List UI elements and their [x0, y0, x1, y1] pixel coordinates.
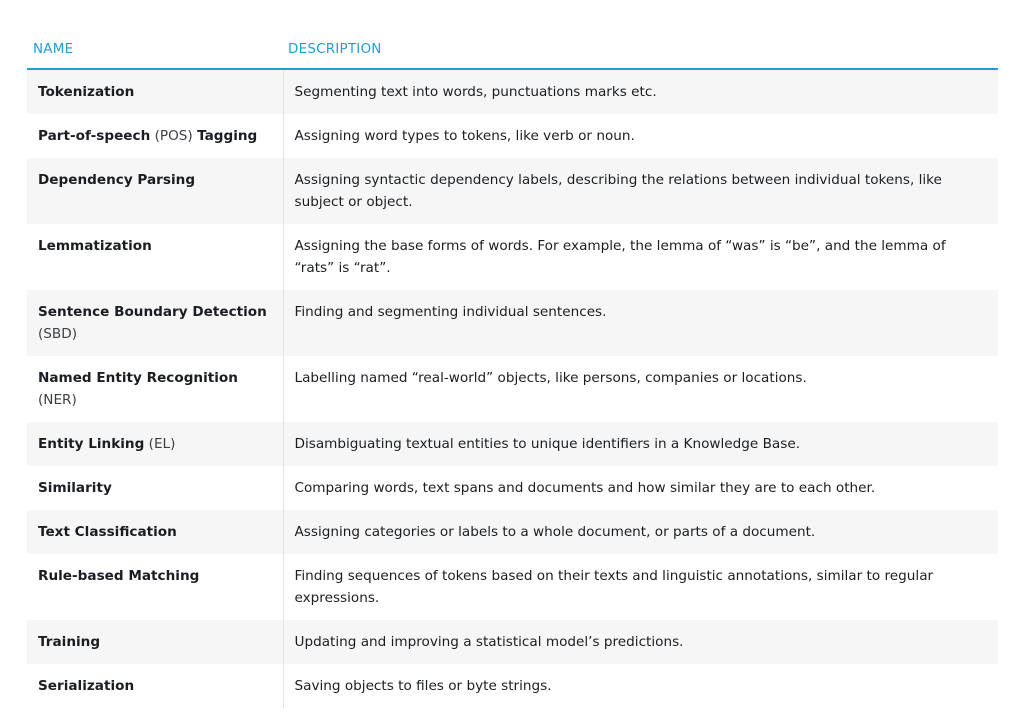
feature-name: Text Classification — [38, 524, 177, 540]
feature-name-suffix: Tagging — [197, 128, 258, 144]
table-row: Text Classification Assigning categories… — [27, 510, 998, 554]
feature-description: Saving objects to files or byte strings. — [294, 678, 552, 694]
feature-name: Part-of-speech — [38, 128, 151, 144]
feature-name-cell: Training — [27, 620, 284, 664]
column-header-description: DESCRIPTION — [283, 30, 998, 70]
feature-name: Lemmatization — [38, 238, 152, 254]
features-table: NAME DESCRIPTION Tokenization Segmenting… — [27, 30, 998, 708]
feature-name: Tokenization — [38, 84, 135, 100]
table-row: Tokenization Segmenting text into words,… — [27, 69, 998, 114]
feature-abbreviation: (SBD) — [38, 326, 78, 342]
features-table-container: NAME DESCRIPTION Tokenization Segmenting… — [27, 30, 998, 708]
feature-name-cell: Dependency Parsing — [27, 158, 284, 224]
feature-description: Updating and improving a statistical mod… — [283, 620, 998, 664]
feature-name-cell: Text Classification — [27, 510, 284, 554]
table-row: Lemmatization Assigning the base forms o… — [27, 224, 998, 290]
feature-description: Assigning categories or labels to a whol… — [283, 510, 998, 554]
feature-name-cell: Rule-based Matching — [27, 554, 284, 620]
feature-description: Assigning syntactic dependency labels, d… — [283, 158, 998, 224]
feature-name-cell: Tokenization — [27, 69, 284, 114]
feature-name: Sentence Boundary Detection — [38, 304, 267, 320]
feature-name-cell: Lemmatization — [27, 224, 284, 290]
table-row: Sentence Boundary Detection (SBD) Findin… — [27, 290, 998, 356]
feature-name: Rule-based Matching — [38, 568, 200, 584]
feature-abbreviation: (EL) — [144, 436, 176, 452]
feature-description: Finding sequences of tokens based on the… — [294, 568, 934, 606]
feature-description: Finding and segmenting individual senten… — [283, 290, 998, 356]
table-header: NAME DESCRIPTION — [27, 30, 998, 70]
feature-name-cell: Sentence Boundary Detection (SBD) — [27, 290, 284, 356]
table-row: Entity Linking (EL) Disambiguating textu… — [27, 422, 998, 466]
feature-description: Disambiguating textual entities to uniqu… — [283, 422, 998, 466]
feature-description: Labelling named “real-world” objects, li… — [294, 370, 807, 386]
feature-name: Serialization — [38, 678, 135, 694]
header-row: NAME DESCRIPTION — [27, 30, 998, 70]
feature-description: Comparing words, text spans and document… — [294, 480, 876, 496]
feature-abbreviation: (POS) — [150, 128, 198, 144]
feature-description: Segmenting text into words, punctuations… — [283, 69, 998, 114]
feature-name-cell: Part-of-speech (POS) Tagging — [27, 114, 284, 158]
table-row: Dependency Parsing Assigning syntactic d… — [27, 158, 998, 224]
table-body: Tokenization Segmenting text into words,… — [27, 69, 998, 708]
feature-name: Training — [38, 634, 101, 650]
feature-name: Similarity — [38, 480, 112, 496]
feature-name-cell: Entity Linking (EL) — [27, 422, 284, 466]
table-row: Training Updating and improving a statis… — [27, 620, 998, 664]
table-row: Similarity Comparing words, text spans a… — [27, 466, 998, 510]
feature-name: Entity Linking — [38, 436, 145, 452]
table-row: Named Entity Recognition (NER) Labelling… — [27, 356, 998, 422]
feature-name: Named Entity Recognition — [38, 370, 238, 386]
feature-name-cell: Similarity — [27, 466, 284, 510]
feature-abbreviation: (NER) — [38, 392, 77, 408]
feature-name-cell: Named Entity Recognition (NER) — [27, 356, 284, 422]
table-row: Rule-based Matching Finding sequences of… — [27, 554, 998, 620]
table-row: Part-of-speech (POS) Tagging Assigning w… — [27, 114, 998, 158]
column-header-name: NAME — [27, 30, 283, 70]
feature-name: Dependency Parsing — [38, 172, 196, 188]
feature-description: Assigning the base forms of words. For e… — [294, 238, 946, 276]
feature-description: Assigning word types to tokens, like ver… — [294, 128, 635, 144]
feature-name-cell: Serialization — [27, 664, 284, 708]
table-row: Serialization Saving objects to files or… — [27, 664, 998, 708]
